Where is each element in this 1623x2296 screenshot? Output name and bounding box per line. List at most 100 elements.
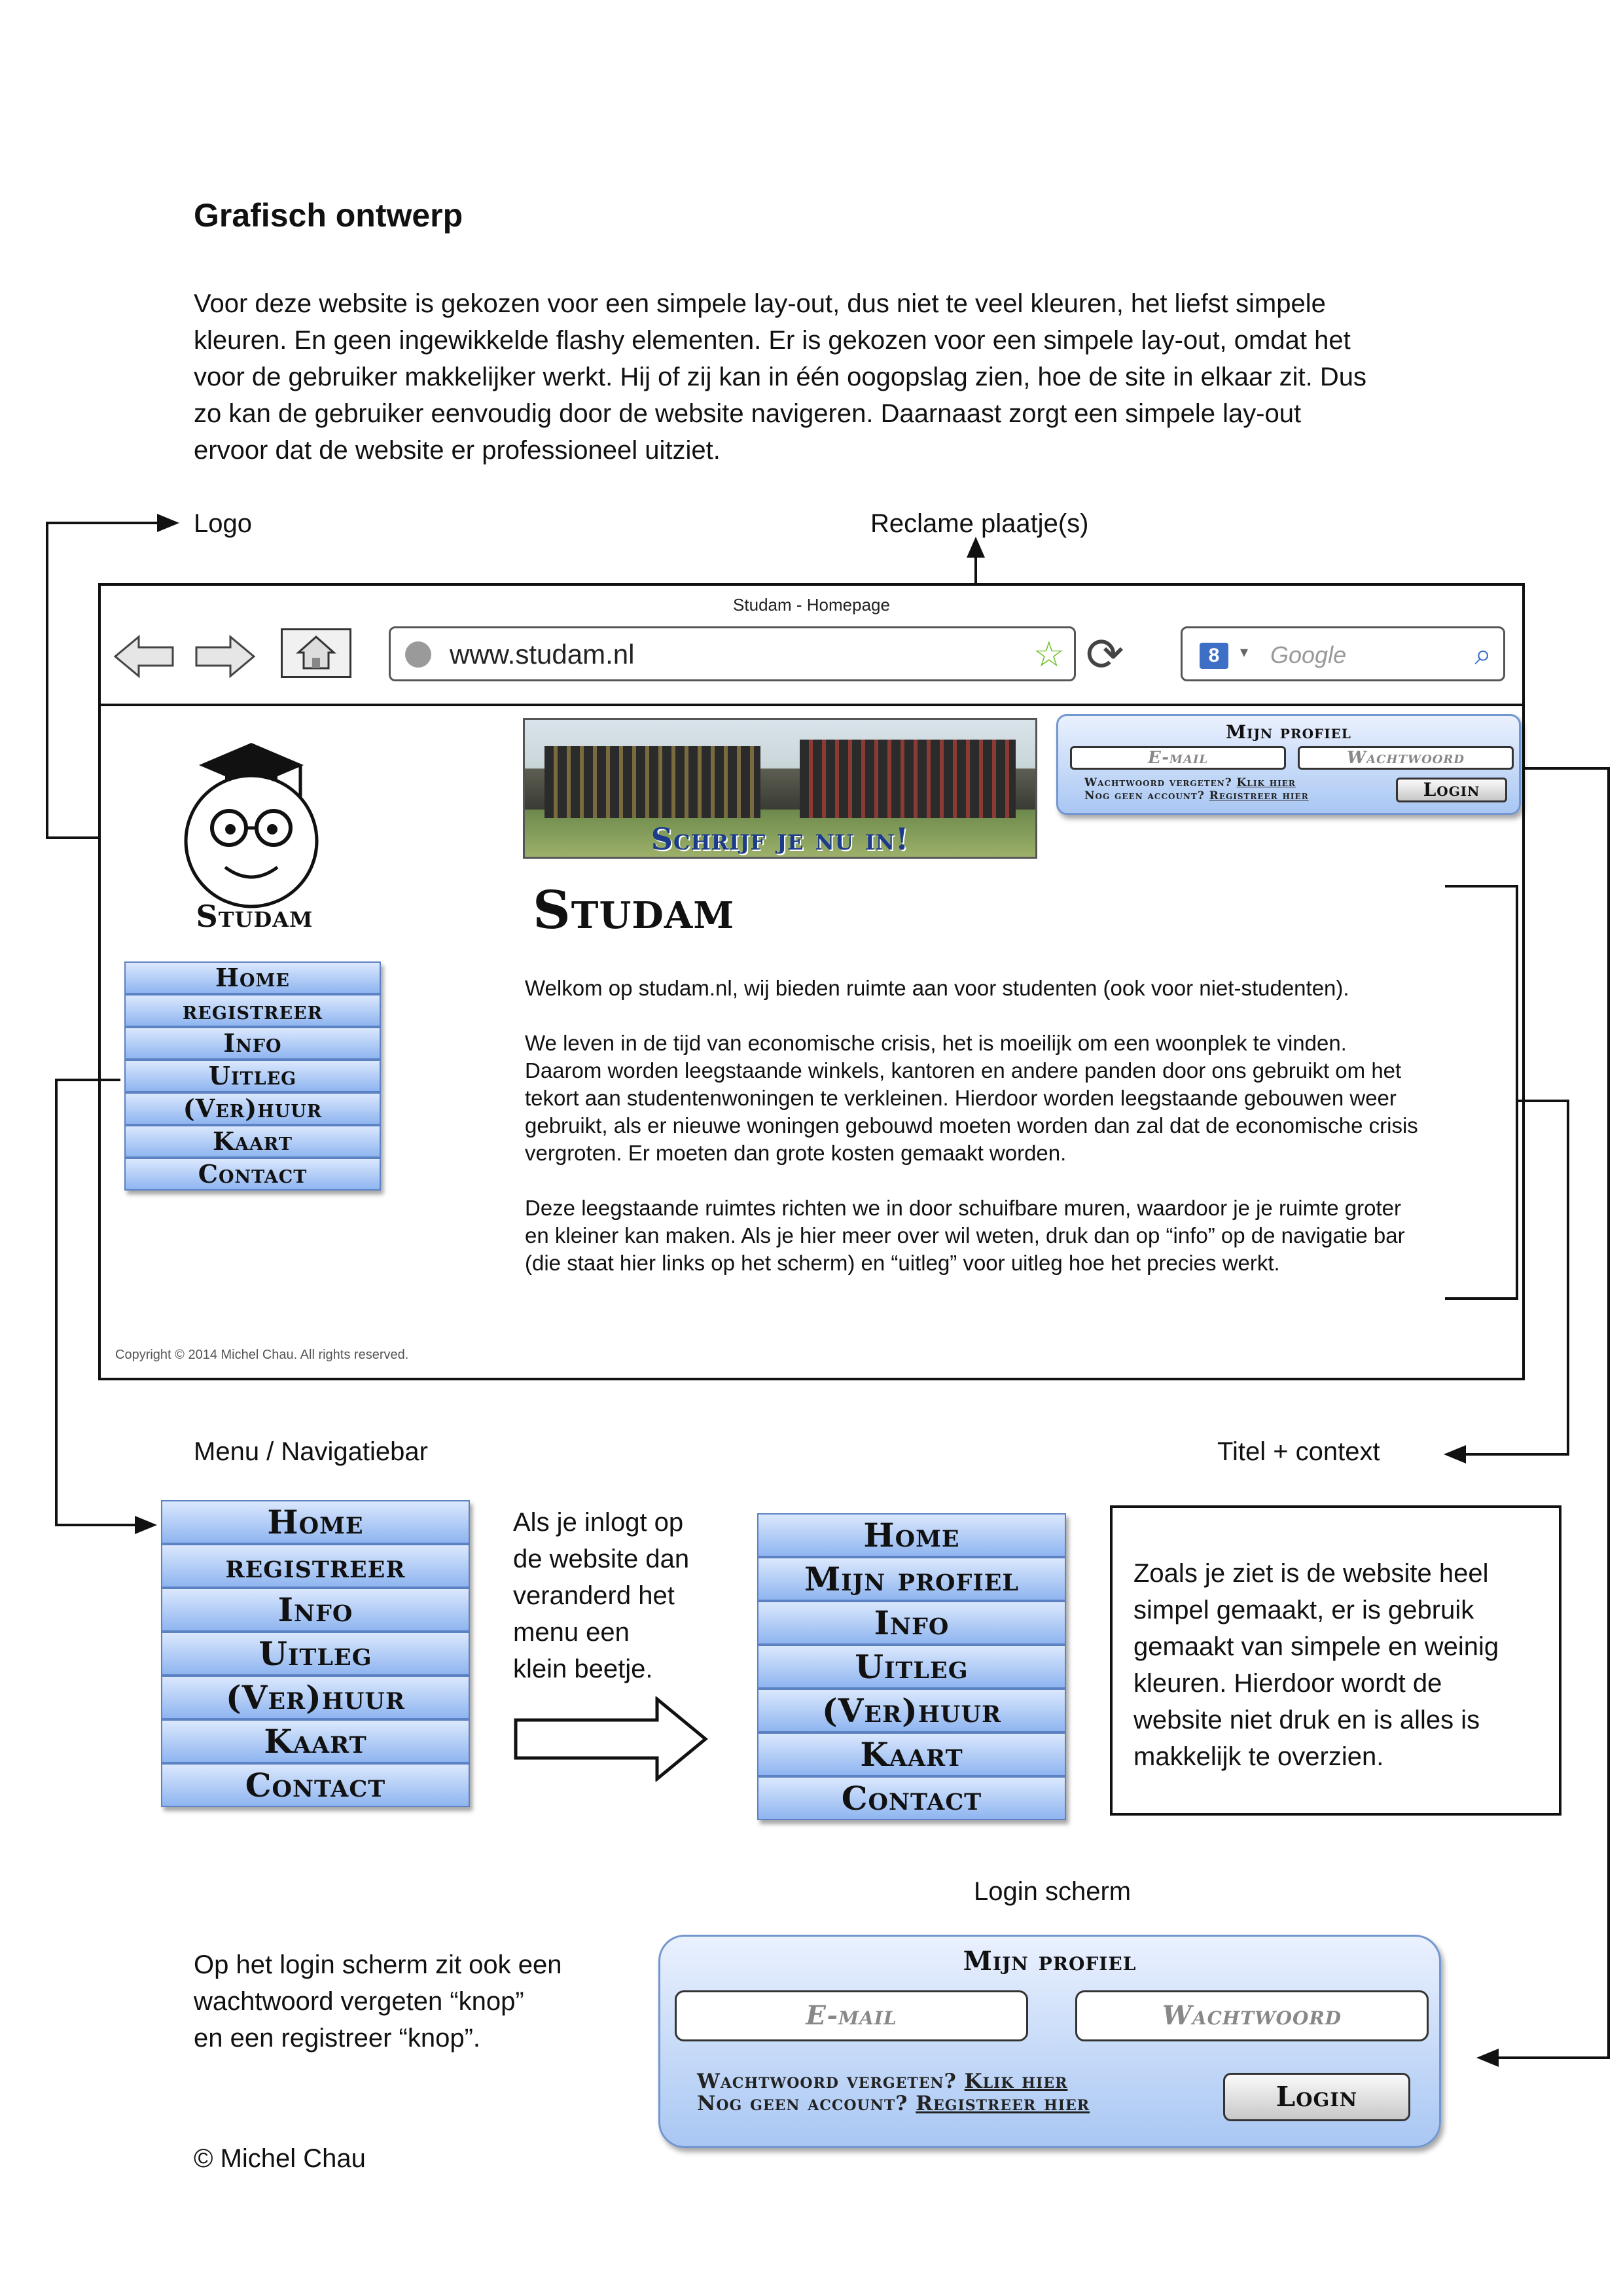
note-line: Op het login scherm zit ook een — [194, 1950, 562, 1979]
register-link[interactable]: Registreer hier — [1209, 789, 1309, 802]
paragraph-line: We leven in de tijd van economische cris… — [525, 1031, 1347, 1055]
register-link[interactable]: Registreer hier — [916, 2092, 1090, 2115]
browser-window: Studam - Homepage www.studam.nl ☆ ⟳ 8 ▾ … — [98, 583, 1525, 1380]
email-field[interactable]: E-mail — [675, 1990, 1028, 2041]
search-box[interactable]: 8 ▾ Google ⌕ — [1181, 626, 1505, 681]
arrow-titel-line — [1567, 1100, 1569, 1456]
forgot-text: Wachtwoord vergeten? — [697, 2070, 957, 2093]
forgot-link[interactable]: Klik hier — [965, 2070, 1068, 2093]
nav-item-kaart[interactable]: Kaart — [124, 1125, 381, 1158]
password-field[interactable]: Wachtwoord — [1075, 1990, 1429, 2041]
nav-item-home[interactable]: Home — [161, 1500, 470, 1544]
arrow-login-line — [1525, 767, 1610, 770]
nav-item-registreer[interactable]: registreer — [161, 1544, 470, 1588]
forgot-text: Wachtwoord vergeten? — [1084, 776, 1232, 789]
intro-line: kleuren. En geen ingewikkelde flashy ele… — [194, 326, 1351, 355]
nav-item-uitleg[interactable]: Uitleg — [161, 1632, 470, 1676]
arrow-head-icon — [967, 537, 985, 558]
forgot-link[interactable]: Klik hier — [1237, 776, 1296, 789]
building-image — [800, 740, 1016, 818]
arrow-logo-line — [46, 522, 164, 524]
ad-banner[interactable]: Schrijf je nu in! — [523, 718, 1037, 859]
url-text: www.studam.nl — [450, 639, 635, 670]
building-image — [544, 746, 760, 818]
note-line: de website dan — [513, 1545, 690, 1573]
label-logo: Logo — [194, 509, 252, 538]
intro-line: Voor deze website is gekozen voor een si… — [194, 289, 1326, 318]
bracket-line — [1445, 1297, 1517, 1300]
note-line: menu een — [513, 1618, 630, 1647]
nav-item-contact[interactable]: Contact — [124, 1158, 381, 1191]
forward-arrow-icon[interactable] — [194, 632, 257, 681]
bookmark-star-icon[interactable]: ☆ — [1033, 635, 1065, 674]
arrow-head-icon — [157, 514, 179, 532]
bracket-line — [1516, 885, 1518, 1300]
globe-icon — [405, 641, 431, 668]
home-button[interactable] — [281, 628, 351, 678]
nav-item-contact[interactable]: Contact — [161, 1763, 470, 1807]
arrow-menu-line — [55, 1524, 140, 1526]
nav-item-info[interactable]: Info — [124, 1027, 381, 1060]
site-paragraph: Deze leegstaande ruimtes richten we in d… — [525, 1194, 1405, 1277]
nav-item-home[interactable]: Home — [124, 961, 381, 994]
login-title: Mijn profiel — [1226, 721, 1351, 743]
nav-item-kaart[interactable]: Kaart — [161, 1719, 470, 1763]
intro-text: Voor deze website is gekozen voor een si… — [194, 285, 1366, 469]
paragraph-line: Welkom op studam.nl, wij bieden ruimte a… — [525, 976, 1349, 1000]
reload-icon[interactable]: ⟳ — [1086, 632, 1124, 677]
nav-item-contact[interactable]: Contact — [757, 1776, 1066, 1820]
arrow-head-icon — [1444, 1445, 1466, 1463]
arrow-titel-line — [1517, 1100, 1569, 1102]
bracket-line — [1445, 885, 1517, 888]
paragraph-line: tekort aan studentenwoningen te verklein… — [525, 1086, 1397, 1110]
note-box: Zoals je ziet is de website heel simpel … — [1110, 1505, 1561, 1816]
site-heading: Studam — [533, 879, 735, 941]
menu-note: Als je inlogt op de website dan verander… — [513, 1504, 689, 1687]
login-button[interactable]: Login — [1223, 2073, 1410, 2121]
note-line: Als je inlogt op — [513, 1508, 684, 1537]
banner-text: Schrijf je nu in! — [651, 821, 910, 857]
nav-item-verhuur[interactable]: (Ver)huur — [124, 1092, 381, 1125]
label-titel: Titel + context — [1217, 1437, 1380, 1466]
noaccount-text: Nog geen account? — [1084, 789, 1205, 802]
login-note: Op het login scherm zit ook een wachtwoo… — [194, 1946, 562, 2056]
student-mascot-icon — [184, 743, 319, 908]
nav-item-home[interactable]: Home — [757, 1513, 1066, 1557]
nav-item-uitleg[interactable]: Uitleg — [124, 1060, 381, 1092]
search-placeholder: Google — [1270, 641, 1347, 668]
arrow-login-line — [1499, 2056, 1610, 2059]
window-title: Studam - Homepage — [733, 595, 890, 615]
menu-before: Home registreer Info Uitleg (Ver)huur Ka… — [161, 1500, 470, 1807]
login-button[interactable]: Login — [1396, 778, 1507, 802]
label-login: Login scherm — [974, 1877, 1132, 1906]
nav-item-info[interactable]: Info — [757, 1601, 1066, 1645]
nav-item-verhuur[interactable]: (Ver)huur — [161, 1676, 470, 1719]
back-arrow-icon[interactable] — [113, 632, 175, 681]
copyright: © Michel Chau — [194, 2144, 366, 2173]
label-menu: Menu / Navigatiebar — [194, 1437, 428, 1466]
note-line: Zoals je ziet is de website heel — [1133, 1559, 1489, 1588]
right-arrow-icon — [514, 1696, 708, 1782]
home-icon — [296, 635, 336, 670]
email-field[interactable]: E-mail — [1070, 746, 1286, 770]
paragraph-line: (die staat hier links op het scherm) en … — [525, 1251, 1280, 1275]
search-icon[interactable]: ⌕ — [1474, 636, 1491, 673]
password-field[interactable]: Wachtwoord — [1298, 746, 1514, 770]
address-bar[interactable]: www.studam.nl ☆ — [389, 626, 1076, 681]
nav-item-registreer[interactable]: registreer — [124, 994, 381, 1027]
login-box-small: Mijn profiel E-mail Wachtwoord Wachtwoor… — [1056, 714, 1521, 815]
login-links: Wachtwoord vergeten? Klik hier Nog geen … — [1084, 776, 1309, 802]
site-logo[interactable] — [160, 736, 346, 913]
nav-item-mijn-profiel[interactable]: Mijn profiel — [757, 1557, 1066, 1601]
noaccount-text: Nog geen account? — [697, 2092, 908, 2115]
nav-item-info[interactable]: Info — [161, 1588, 470, 1632]
dropdown-caret-icon[interactable]: ▾ — [1240, 643, 1248, 662]
note-line: makkelijk te overzien. — [1133, 1742, 1384, 1771]
note-line: kleuren. Hierdoor wordt de — [1133, 1669, 1442, 1698]
nav-item-uitleg[interactable]: Uitleg — [757, 1645, 1066, 1689]
search-engine-icon: 8 — [1200, 643, 1228, 669]
note-line: veranderd het — [513, 1581, 675, 1610]
nav-item-verhuur[interactable]: (Ver)huur — [757, 1689, 1066, 1732]
nav-item-kaart[interactable]: Kaart — [757, 1732, 1066, 1776]
note-line: en een registreer “knop”. — [194, 2024, 481, 2053]
